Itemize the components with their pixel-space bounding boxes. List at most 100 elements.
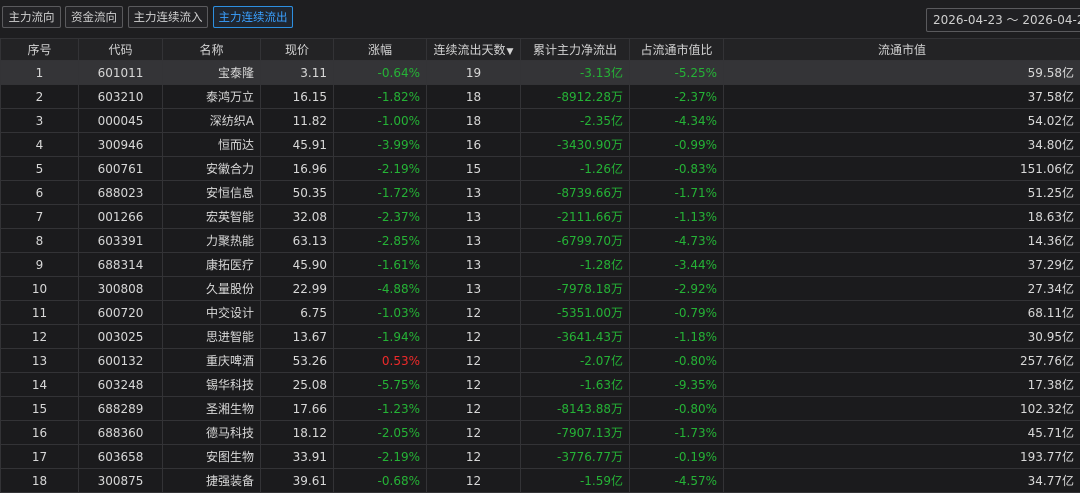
table-row[interactable]: 18300875捷强装备39.61-0.68%12-1.59亿-4.57%34.… [1,469,1080,493]
cell-price: 16.15 [261,85,334,109]
col-header-float-cap[interactable]: 流通市值 [724,39,1080,61]
cell-code: 600132 [79,349,163,373]
cell-name: 安恒信息 [163,181,261,205]
table-row[interactable]: 9688314康拓医疗45.90-1.61%13-1.28亿-3.44%37.2… [1,253,1080,277]
cell-float-cap: 30.95亿 [724,325,1080,349]
cell-name: 捷强装备 [163,469,261,493]
cell-net-outflow: -8739.66万 [521,181,630,205]
cell-float-cap: 45.71亿 [724,421,1080,445]
cell-net-outflow: -1.63亿 [521,373,630,397]
cell-float-cap: 68.11亿 [724,301,1080,325]
table-row[interactable]: 4300946恒而达45.91-3.99%16-3430.90万-0.99%34… [1,133,1080,157]
cell-code: 603658 [79,445,163,469]
cell-price: 32.08 [261,205,334,229]
cell-float-cap: 14.36亿 [724,229,1080,253]
cell-cap-ratio: -0.80% [630,397,724,421]
cell-net-outflow: -5351.00万 [521,301,630,325]
cell-float-cap: 37.29亿 [724,253,1080,277]
cell-change: -1.94% [334,325,427,349]
table-row[interactable]: 1601011宝泰隆3.11-0.64%19-3.13亿-5.25%59.58亿 [1,61,1080,85]
cell-code: 603248 [79,373,163,397]
cell-cap-ratio: -2.92% [630,277,724,301]
col-header-change[interactable]: 涨幅 [334,39,427,61]
cell-name: 宝泰隆 [163,61,261,85]
table-row[interactable]: 7001266宏英智能32.08-2.37%13-2111.66万-1.13%1… [1,205,1080,229]
cell-name: 久量股份 [163,277,261,301]
cell-price: 53.26 [261,349,334,373]
cell-cap-ratio: -0.99% [630,133,724,157]
table-row[interactable]: 3000045深纺织A11.82-1.00%18-2.35亿-4.34%54.0… [1,109,1080,133]
cell-float-cap: 34.80亿 [724,133,1080,157]
cell-float-cap: 18.63亿 [724,205,1080,229]
cell-code: 300946 [79,133,163,157]
cell-name: 安徽合力 [163,157,261,181]
col-header-cap-ratio[interactable]: 占流通市值比 [630,39,724,61]
table-row[interactable]: 16688360德马科技18.12-2.05%12-7907.13万-1.73%… [1,421,1080,445]
cell-name: 力聚热能 [163,229,261,253]
cell-outflow-days: 18 [427,109,521,133]
cell-net-outflow: -2111.66万 [521,205,630,229]
cell-outflow-days: 13 [427,253,521,277]
cell-index: 7 [1,205,79,229]
cell-outflow-days: 12 [427,469,521,493]
cell-net-outflow: -7978.18万 [521,277,630,301]
cell-net-outflow: -2.35亿 [521,109,630,133]
cell-price: 13.67 [261,325,334,349]
table-row[interactable]: 17603658安图生物33.91-2.19%12-3776.77万-0.19%… [1,445,1080,469]
cell-cap-ratio: -3.44% [630,253,724,277]
cell-index: 1 [1,61,79,85]
cell-outflow-days: 12 [427,301,521,325]
cell-code: 688289 [79,397,163,421]
col-header-price[interactable]: 现价 [261,39,334,61]
col-header-name[interactable]: 名称 [163,39,261,61]
table-row[interactable]: 2603210泰鸿万立16.15-1.82%18-8912.28万-2.37%3… [1,85,1080,109]
cell-outflow-days: 13 [427,181,521,205]
col-header-code[interactable]: 代码 [79,39,163,61]
tab-main-flow[interactable]: 主力流向 [2,6,61,28]
cell-change: -2.19% [334,445,427,469]
table-row[interactable]: 11600720中交设计6.75-1.03%12-5351.00万-0.79%6… [1,301,1080,325]
cell-index: 4 [1,133,79,157]
cell-change: -0.68% [334,469,427,493]
table-row[interactable]: 6688023安恒信息50.35-1.72%13-8739.66万-1.71%5… [1,181,1080,205]
col-header-index[interactable]: 序号 [1,39,79,61]
cell-cap-ratio: -0.19% [630,445,724,469]
cell-price: 17.66 [261,397,334,421]
cell-net-outflow: -3.13亿 [521,61,630,85]
cell-price: 50.35 [261,181,334,205]
cell-price: 63.13 [261,229,334,253]
cell-change: -1.23% [334,397,427,421]
table-row[interactable]: 8603391力聚热能63.13-2.85%13-6799.70万-4.73%1… [1,229,1080,253]
cell-price: 6.75 [261,301,334,325]
table-row[interactable]: 13600132重庆啤酒53.260.53%12-2.07亿-0.80%257.… [1,349,1080,373]
table-row[interactable]: 10300808久量股份22.99-4.88%13-7978.18万-2.92%… [1,277,1080,301]
cell-float-cap: 27.34亿 [724,277,1080,301]
cell-outflow-days: 12 [427,373,521,397]
cell-outflow-days: 13 [427,205,521,229]
table-row[interactable]: 15688289圣湘生物17.66-1.23%12-8143.88万-0.80%… [1,397,1080,421]
cell-change: -2.05% [334,421,427,445]
cell-name: 圣湘生物 [163,397,261,421]
cell-index: 9 [1,253,79,277]
cell-cap-ratio: -4.34% [630,109,724,133]
cell-outflow-days: 12 [427,445,521,469]
table-row[interactable]: 12003025思进智能13.67-1.94%12-3641.43万-1.18%… [1,325,1080,349]
tab-continuous-inflow[interactable]: 主力连续流入 [128,6,208,28]
col-header-outflow-days[interactable]: 连续流出天数▼ [427,39,521,61]
date-range-picker[interactable]: 2026-04-23 ～ 2026-04-23 [926,8,1080,32]
cell-index: 18 [1,469,79,493]
table-row[interactable]: 5600761安徽合力16.96-2.19%15-1.26亿-0.83%151.… [1,157,1080,181]
tab-capital-flow[interactable]: 资金流向 [65,6,123,28]
cell-change: -5.75% [334,373,427,397]
cell-index: 14 [1,373,79,397]
col-header-net-outflow[interactable]: 累计主力净流出 [521,39,630,61]
cell-cap-ratio: -0.80% [630,349,724,373]
table-row[interactable]: 14603248锡华科技25.08-5.75%12-1.63亿-9.35%17.… [1,373,1080,397]
cell-net-outflow: -1.26亿 [521,157,630,181]
cell-code: 601011 [79,61,163,85]
tab-continuous-outflow[interactable]: 主力连续流出 [213,6,293,28]
cell-change: -3.99% [334,133,427,157]
cell-code: 001266 [79,205,163,229]
cell-outflow-days: 12 [427,349,521,373]
cell-outflow-days: 16 [427,133,521,157]
